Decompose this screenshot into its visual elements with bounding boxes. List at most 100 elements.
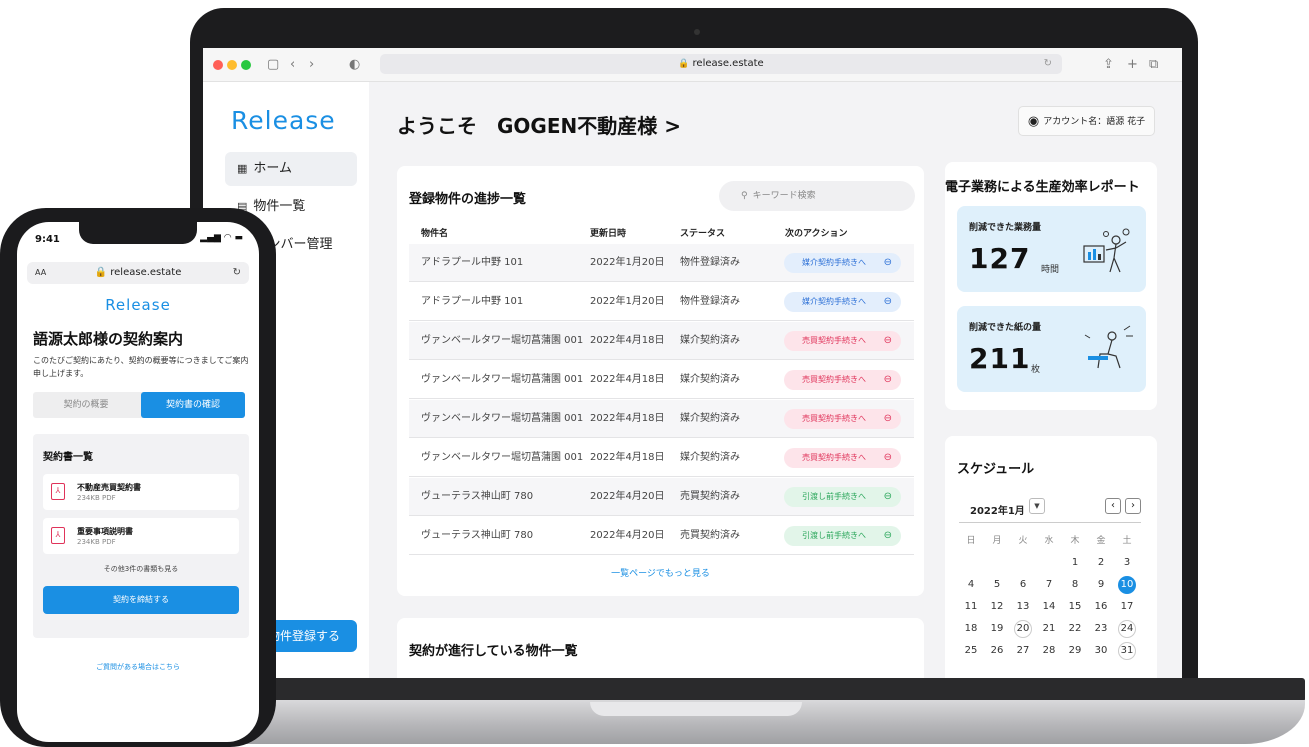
calendar-day[interactable]: 27 <box>1011 640 1035 662</box>
phone-address-bar[interactable]: AA 🔒 release.estate ↻ <box>27 262 249 284</box>
next-action-button[interactable]: 引渡し前手続きへ ⊖ <box>784 487 901 507</box>
calendar-day[interactable]: 23 <box>1089 618 1113 640</box>
table-row[interactable]: アドラプール中野 101 2022年1月20日 物件登録済み 媒介契約手続きへ ⊖ <box>409 244 914 282</box>
close-window-button[interactable] <box>213 60 223 70</box>
calendar-day[interactable]: 14 <box>1037 596 1061 618</box>
forward-icon[interactable]: › <box>309 55 314 75</box>
calendar-day[interactable]: 19 <box>985 618 1009 640</box>
table-row[interactable]: ヴァンベールタワー堀切菖蒲園 001 2022年4月18日 媒介契約済み 売買契約手続… <box>409 361 914 399</box>
document-item[interactable]: ⅄ 不動産売買契約書 234KB PDF <box>43 474 239 510</box>
next-action-button[interactable]: 媒介契約手続きへ ⊖ <box>784 253 901 273</box>
calendar-day[interactable]: 21 <box>1037 618 1061 640</box>
table-row[interactable]: ヴァンベールタワー堀切菖蒲園 001 2022年4月18日 媒介契約済み 売買契約手続… <box>409 439 914 477</box>
calendar-day[interactable]: 31 <box>1115 640 1139 662</box>
action-label: 売買契約手続きへ <box>802 414 866 423</box>
calendar-day[interactable]: 6 <box>1011 574 1035 596</box>
next-action-button[interactable]: 売買契約手続きへ ⊖ <box>784 331 901 351</box>
next-action-button[interactable]: 売買契約手続きへ ⊖ <box>784 448 901 468</box>
document-item[interactable]: ⅄ 重要事項説明書 234KB PDF <box>43 518 239 554</box>
col-header-date: 更新日時 <box>590 229 627 239</box>
day-number: 5 <box>993 579 1001 590</box>
calendar-day[interactable]: 3 <box>1115 552 1139 574</box>
calendar-day[interactable]: 28 <box>1037 640 1061 662</box>
reload-icon[interactable]: ↻ <box>233 262 241 284</box>
table-row[interactable]: ヴァンベールタワー堀切菖蒲園 001 2022年4月18日 媒介契約済み 売買契約手続… <box>409 400 914 438</box>
table-row[interactable]: ヴァンベールタワー堀切菖蒲園 001 2022年4月18日 媒介契約済み 売買契約手続… <box>409 322 914 360</box>
lock-icon: 🔒 <box>94 267 108 278</box>
calendar-day[interactable]: 29 <box>1063 640 1087 662</box>
reload-icon[interactable]: ↻ <box>1044 54 1052 74</box>
sign-contract-button[interactable]: 契約を締結する <box>43 586 239 614</box>
calendar-day[interactable]: 5 <box>985 574 1009 596</box>
calendar-day[interactable]: 8 <box>1063 574 1087 596</box>
search-input[interactable]: ⚲ キーワード検索 <box>719 181 915 211</box>
share-icon[interactable]: ⇪ <box>1103 55 1114 75</box>
calendar-day[interactable]: 2 <box>1089 552 1113 574</box>
weekday-label: 月 <box>992 536 1002 546</box>
prev-month-button[interactable]: ‹ <box>1105 498 1121 514</box>
privacy-shield-icon[interactable]: ◐ <box>349 55 360 75</box>
more-link[interactable]: 一覧ページでもっと見る <box>397 566 924 579</box>
laptop-notch <box>590 702 802 716</box>
calendar-day[interactable]: 18 <box>959 618 983 640</box>
minimize-window-button[interactable] <box>227 60 237 70</box>
day-number: 15 <box>1068 601 1082 612</box>
sidebar-toggle-icon[interactable]: ▢ <box>267 55 279 75</box>
new-tab-icon[interactable]: + <box>1127 55 1138 75</box>
weekday-label: 火 <box>1018 536 1028 546</box>
account-button[interactable]: ◉ アカウント名：語源 花子 <box>1018 106 1155 136</box>
day-number: 25 <box>964 645 978 656</box>
next-month-button[interactable]: › <box>1125 498 1141 514</box>
table-row[interactable]: ヴューテラス神山町 780 2022年4月20日 売買契約済み 引渡し前手続きへ ⊖ <box>409 517 914 555</box>
month-dropdown-button[interactable]: ▼ <box>1029 498 1045 514</box>
day-number: 16 <box>1094 601 1108 612</box>
calendar-day[interactable]: 26 <box>985 640 1009 662</box>
day-number: 17 <box>1120 601 1134 612</box>
calendar-day[interactable]: 20 <box>1011 618 1035 640</box>
status-text: 媒介契約済み <box>680 413 740 424</box>
nav-label: ホーム <box>253 161 293 176</box>
phone-screen: 9:41 ▂▄▆ ◠ ▬ AA 🔒 release.estate ↻ Relea… <box>17 222 259 742</box>
calendar-day[interactable]: 7 <box>1037 574 1061 596</box>
calendar-day[interactable]: 22 <box>1063 618 1087 640</box>
calendar-day[interactable]: 15 <box>1063 596 1087 618</box>
page-title[interactable]: ようこそ GOGEN不動産様 > <box>397 110 681 139</box>
arrow-circle-icon: ⊖ <box>883 491 892 502</box>
calendar-day[interactable]: 30 <box>1089 640 1113 662</box>
chevron-right-icon: › <box>1131 500 1135 511</box>
calendar-day[interactable]: 24 <box>1115 618 1139 640</box>
calendar-day[interactable]: 13 <box>1011 596 1035 618</box>
tabs-overview-icon[interactable]: ⧉ <box>1149 55 1158 75</box>
action-label: 引渡し前手続きへ <box>802 492 866 501</box>
calendar-day[interactable]: 11 <box>959 596 983 618</box>
table-row[interactable]: アドラプール中野 101 2022年1月20日 物件登録済み 媒介契約手続きへ ⊖ <box>409 283 914 321</box>
help-link[interactable]: ご質問がある場合はこちら <box>17 662 259 672</box>
tab-documents[interactable]: 契約書の確認 <box>141 392 245 418</box>
next-action-button[interactable]: 売買契約手続きへ ⊖ <box>784 409 901 429</box>
back-icon[interactable]: ‹ <box>290 55 295 75</box>
address-bar[interactable]: 🔒 release.estate ↻ <box>380 54 1062 74</box>
other-documents-link[interactable]: その他3件の書類も見る <box>33 564 249 574</box>
day-number: 18 <box>964 623 978 634</box>
table-row[interactable]: ヴューテラス神山町 780 2022年4月20日 売買契約済み 引渡し前手続きへ ⊖ <box>409 478 914 516</box>
status-text: 物件登録済み <box>680 296 740 307</box>
status-text: 売買契約済み <box>680 530 740 541</box>
next-action-button[interactable]: 引渡し前手続きへ ⊖ <box>784 526 901 546</box>
calendar-day[interactable]: 4 <box>959 574 983 596</box>
main-content: ようこそ GOGEN不動産様 > ◉ アカウント名：語源 花子 登録物件の進捗一覧… <box>369 82 1182 678</box>
calendar-day[interactable]: 16 <box>1089 596 1113 618</box>
status-text: 物件登録済み <box>680 257 740 268</box>
calendar-day-today[interactable]: 10 <box>1115 574 1139 596</box>
phone-notch <box>79 222 197 244</box>
day-number: 19 <box>990 623 1004 634</box>
calendar-day[interactable]: 12 <box>985 596 1009 618</box>
maximize-window-button[interactable] <box>241 60 251 70</box>
next-action-button[interactable]: 媒介契約手続きへ ⊖ <box>784 292 901 312</box>
tab-overview[interactable]: 契約の概要 <box>33 392 139 418</box>
calendar-day[interactable]: 1 <box>1063 552 1087 574</box>
calendar-day[interactable]: 17 <box>1115 596 1139 618</box>
calendar-day[interactable]: 25 <box>959 640 983 662</box>
next-action-button[interactable]: 売買契約手続きへ ⊖ <box>784 370 901 390</box>
calendar-day[interactable]: 9 <box>1089 574 1113 596</box>
nav-item-home[interactable]: ▦ ホーム <box>225 152 357 186</box>
